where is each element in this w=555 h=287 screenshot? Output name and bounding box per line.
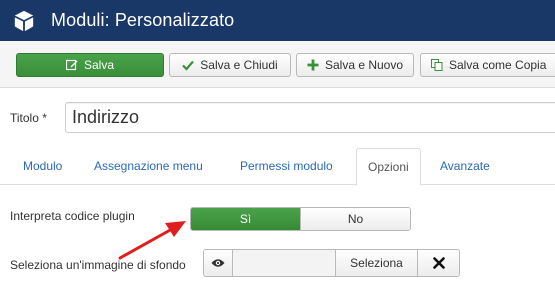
select-image-button[interactable]: Seleziona	[335, 250, 417, 276]
save-button-label: Salva	[83, 58, 115, 72]
eye-icon	[211, 259, 225, 267]
tab-avanzate[interactable]: Avanzate	[429, 148, 501, 185]
image-label: Seleziona un'immagine di sfondo	[10, 258, 186, 272]
tab-assegnazione-menu[interactable]: Assegnazione menu	[83, 148, 214, 185]
save-copy-label: Salva come Copia	[449, 58, 547, 72]
plugin-toggle: Sì No	[190, 207, 411, 231]
image-picker: Seleziona	[203, 249, 460, 277]
clear-image-button[interactable]	[417, 250, 459, 276]
image-path-field[interactable]	[233, 250, 335, 276]
tab-opzioni[interactable]: Opzioni	[356, 148, 421, 186]
plugin-no-button[interactable]: No	[300, 208, 410, 230]
tab-bar: Modulo Assegnazione menu Permessi modulo…	[0, 148, 555, 186]
edit-icon	[65, 59, 78, 71]
check-icon	[182, 60, 195, 71]
toolbar: Salva Salva e Chiudi Salva e Nuovo Salva…	[0, 41, 555, 88]
plugin-label: Interpreta codice plugin	[10, 209, 135, 223]
cube-icon	[14, 10, 34, 31]
title-label: Titolo *	[10, 111, 47, 125]
preview-button[interactable]	[204, 250, 233, 276]
page-header: Moduli: Personalizzato	[0, 0, 555, 41]
save-copy-button[interactable]: Salva come Copia	[420, 53, 555, 77]
copy-icon	[431, 59, 443, 71]
tab-modulo[interactable]: Modulo	[12, 148, 73, 185]
save-new-label: Salva e Nuovo	[324, 58, 404, 72]
plugin-yes-button[interactable]: Sì	[191, 208, 300, 230]
plus-icon	[307, 59, 319, 71]
save-close-button[interactable]: Salva e Chiudi	[169, 53, 291, 77]
page-title: Moduli: Personalizzato	[51, 10, 235, 30]
save-close-label: Salva e Chiudi	[200, 58, 278, 72]
save-new-button[interactable]: Salva e Nuovo	[296, 53, 414, 77]
tab-permessi-modulo[interactable]: Permessi modulo	[229, 148, 344, 185]
save-button[interactable]: Salva	[16, 53, 164, 77]
close-icon	[432, 257, 445, 269]
title-input[interactable]: Indirizzo	[65, 102, 555, 133]
